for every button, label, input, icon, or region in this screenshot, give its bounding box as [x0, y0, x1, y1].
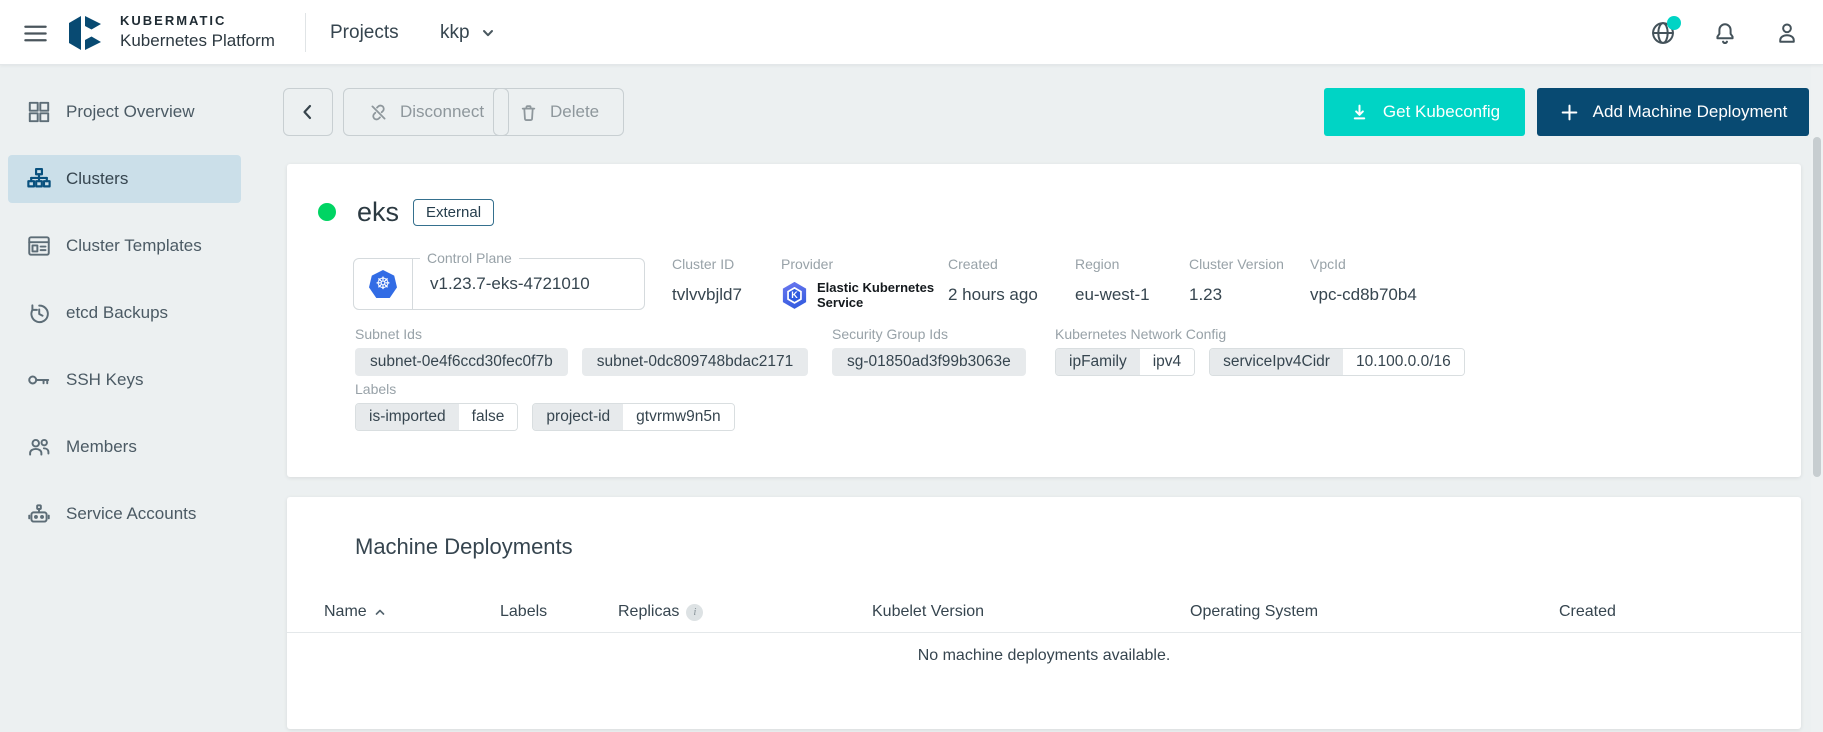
user-account-icon[interactable] — [1773, 19, 1801, 47]
control-plane-label: Control Plane — [420, 250, 519, 266]
info-icon[interactable]: i — [686, 604, 703, 621]
detail-cluster-version: Cluster Version 1.23 — [1189, 256, 1284, 305]
kubermatic-logo — [64, 13, 104, 58]
key-icon — [26, 367, 52, 393]
subnet-ids-section: Subnet Ids subnet-0e4f6ccd30fec0f7b subn… — [355, 326, 808, 376]
sidebar-item-label: Service Accounts — [66, 504, 196, 524]
templates-icon — [26, 233, 52, 259]
sidebar-item-etcd-backups[interactable]: etcd Backups — [8, 289, 241, 337]
add-machine-deployment-button[interactable]: Add Machine Deployment — [1537, 88, 1809, 136]
column-header-operating-system: Operating System — [1190, 603, 1559, 621]
hamburger-menu-icon[interactable] — [16, 14, 54, 52]
sidebar-item-label: etcd Backups — [66, 303, 168, 323]
kubermatic-app: KUBERMATIC Kubernetes Platform Projects … — [0, 0, 1823, 732]
control-plane-field: Control Plane ☸ v1.23.7-eks-4721010 — [353, 258, 645, 310]
machine-deployments-title: Machine Deployments — [355, 533, 573, 561]
top-header: KUBERMATIC Kubernetes Platform Projects … — [0, 0, 1823, 65]
header-divider — [305, 13, 306, 52]
sidebar-item-members[interactable]: Members — [8, 423, 241, 471]
sidebar-item-ssh-keys[interactable]: SSH Keys — [8, 356, 241, 404]
cluster-name: eks — [357, 197, 399, 228]
scrollbar-thumb[interactable] — [1813, 137, 1821, 477]
subnet-chip: subnet-0e4f6ccd30fec0f7b — [355, 348, 568, 376]
external-badge: External — [413, 199, 494, 226]
label-chip: is-imported false — [355, 403, 518, 431]
sidebar-item-label: Members — [66, 437, 137, 457]
nav-projects-link[interactable]: Projects — [330, 0, 399, 65]
network-config-chip: ipFamily ipv4 — [1055, 348, 1195, 376]
machine-deployments-card: Machine Deployments Name Labels Replicas… — [287, 497, 1801, 729]
cluster-detail-card: eks External Control Plane ☸ v1.23.7-eks… — [287, 164, 1801, 477]
get-kubeconfig-label: Get Kubeconfig — [1383, 102, 1500, 122]
history-icon — [26, 300, 52, 326]
sidebar-item-service-accounts[interactable]: Service Accounts — [8, 490, 241, 538]
column-header-kubelet-version: Kubelet Version — [872, 603, 1190, 621]
cluster-status-indicator — [318, 203, 336, 221]
provider-name: Elastic Kubernetes Service — [817, 280, 939, 311]
get-kubeconfig-button[interactable]: Get Kubeconfig — [1324, 88, 1525, 136]
brand-name: KUBERMATIC — [120, 13, 275, 28]
kubernetes-icon: ☸ — [354, 259, 413, 309]
security-group-ids-section: Security Group Ids sg-01850ad3f99b3063e — [832, 326, 1026, 376]
column-header-labels: Labels — [500, 603, 618, 621]
brand-subtitle: Kubernetes Platform — [120, 31, 275, 51]
notification-dot — [1667, 16, 1681, 30]
sort-asc-icon — [374, 603, 386, 621]
network-config-section: Kubernetes Network Config ipFamily ipv4 … — [1055, 326, 1465, 376]
unlink-icon — [368, 102, 389, 123]
sidebar-item-label: Clusters — [66, 169, 128, 189]
column-header-created: Created — [1559, 603, 1801, 621]
trash-icon — [518, 102, 539, 123]
download-icon — [1349, 102, 1370, 123]
delete-button[interactable]: Delete — [493, 88, 624, 136]
security-group-chip: sg-01850ad3f99b3063e — [832, 348, 1026, 376]
back-button[interactable] — [283, 88, 333, 136]
column-header-replicas: Replicas i — [618, 603, 872, 621]
sidebar-item-label: Project Overview — [66, 102, 194, 122]
grid-icon — [26, 99, 52, 125]
project-selector-value: kkp — [440, 22, 470, 44]
scrollbar-track — [1811, 65, 1823, 732]
add-machine-deployment-label: Add Machine Deployment — [1593, 102, 1788, 122]
sidebar-item-label: Cluster Templates — [66, 236, 202, 256]
delete-label: Delete — [550, 102, 599, 122]
control-plane-version: v1.23.7-eks-4721010 — [413, 274, 590, 294]
detail-created: Created 2 hours ago — [948, 256, 1038, 305]
sidebar-item-project-overview[interactable]: Project Overview — [8, 88, 241, 136]
bell-icon[interactable] — [1711, 19, 1739, 47]
detail-provider: Provider K Elastic Kubernetes Service — [781, 256, 939, 311]
chevron-down-icon — [478, 23, 498, 43]
empty-table-message: No machine deployments available. — [287, 647, 1801, 665]
community-icon[interactable] — [1649, 19, 1677, 47]
sidebar-item-label: SSH Keys — [66, 370, 143, 390]
sidebar-item-cluster-templates[interactable]: Cluster Templates — [8, 222, 241, 270]
column-header-name[interactable]: Name — [324, 603, 500, 621]
plus-icon — [1559, 102, 1580, 123]
detail-cluster-id: Cluster ID tvlvvbjld7 — [672, 256, 742, 305]
disconnect-button[interactable]: Disconnect — [343, 88, 509, 136]
brand-text: KUBERMATIC Kubernetes Platform — [120, 13, 275, 51]
project-selector[interactable]: kkp — [440, 0, 498, 65]
label-chip: project-id gtvrmw9n5n — [532, 403, 734, 431]
robot-icon — [26, 501, 52, 527]
clusters-icon — [26, 166, 52, 192]
subnet-chip: subnet-0dc809748bdac2171 — [582, 348, 809, 376]
machine-deployments-header-row: Name Labels Replicas i Kubelet Version O… — [287, 592, 1801, 633]
sidebar-item-clusters[interactable]: Clusters — [8, 155, 241, 203]
detail-region: Region eu-west-1 — [1075, 256, 1150, 305]
network-config-chip: serviceIpv4Cidr 10.100.0.0/16 — [1209, 348, 1465, 376]
disconnect-label: Disconnect — [400, 102, 484, 122]
sidebar-nav: Project Overview Clusters Cluster Templa… — [0, 65, 245, 732]
members-icon — [26, 434, 52, 460]
detail-vpc-id: VpcId vpc-cd8b70b4 — [1310, 256, 1417, 305]
header-actions — [1649, 0, 1801, 65]
labels-section: Labels is-imported false project-id gtvr… — [355, 381, 735, 431]
eks-provider-icon: K — [781, 282, 808, 309]
